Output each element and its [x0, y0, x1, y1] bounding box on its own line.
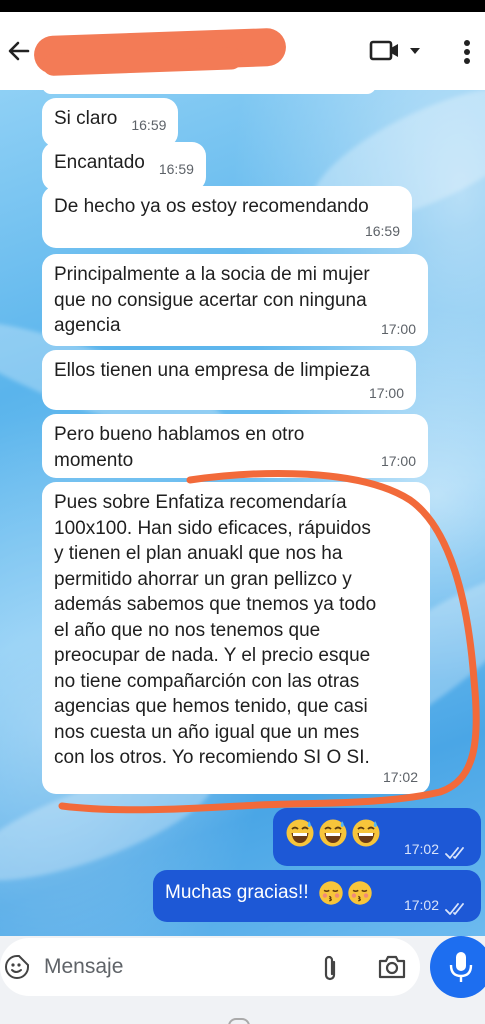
video-camera-icon: [369, 40, 420, 61]
incoming-message[interactable]: De hecho ya os estoy recomendando 16:59: [42, 186, 412, 248]
emoji-sticker-icon[interactable]: [4, 954, 30, 980]
message-text: Pero bueno hablamos en otro momento: [54, 424, 305, 471]
chat-header: [0, 12, 485, 90]
incoming-message[interactable]: Principalmente a la socia de mi mujer qu…: [42, 254, 428, 346]
message-text: De hecho ya os estoy recomendando: [54, 196, 369, 217]
outgoing-message[interactable]: 17:02: [273, 808, 481, 866]
message-time: 16:59: [364, 222, 400, 239]
message-time: 17:02: [403, 840, 439, 857]
kissing-closed-eyes-emoji: [318, 880, 344, 906]
incoming-message[interactable]: Si claro 16:59: [42, 98, 179, 147]
message-time: 16:59: [131, 117, 167, 133]
chat-area[interactable]: Si claro 16:59 Encantado 16:59 De hecho ya…: [0, 90, 485, 936]
message-time: 17:00: [368, 384, 404, 401]
incoming-message[interactable]: Encantado 16:59: [42, 142, 206, 191]
grinning-sweat-emoji: [318, 818, 348, 848]
grinning-sweat-emoji: [285, 818, 315, 848]
microphone-button[interactable]: [430, 936, 485, 998]
incoming-message[interactable]: Ellos tienen una empresa de limpieza 17:…: [42, 350, 416, 410]
video-call-button[interactable]: [368, 38, 426, 64]
kissing-closed-eyes-emoji: [347, 880, 373, 906]
message-time: 17:00: [380, 452, 416, 469]
composer-bar: [0, 936, 485, 1024]
message-text: Muchas gracias!!: [165, 882, 309, 904]
message-input-pill: [0, 938, 420, 996]
more-options-icon[interactable]: [456, 38, 478, 68]
message-text: Ellos tienen una empresa de limpieza: [54, 360, 370, 381]
status-bar: [0, 0, 485, 12]
nav-gesture-hint: [228, 1018, 250, 1024]
message-text: Principalmente a la socia de mi mujer qu…: [54, 264, 370, 336]
message-text: Pues sobre Enfatiza recomendaría 100x100…: [54, 492, 377, 768]
message-time: 16:59: [158, 161, 194, 177]
message-time: 17:02: [382, 768, 418, 785]
outgoing-message[interactable]: Muchas gracias!! 17:02: [153, 870, 481, 922]
message-input[interactable]: [44, 950, 304, 984]
camera-icon[interactable]: [376, 953, 408, 981]
paperclip-icon[interactable]: [316, 952, 342, 982]
double-check-icon: [445, 903, 464, 915]
microphone-icon: [449, 952, 473, 982]
message-bubble-partial: [42, 90, 376, 94]
message-text: Encantado: [54, 152, 145, 173]
message-text: Si claro: [54, 108, 118, 129]
redacted-contact-name: [33, 27, 287, 75]
double-check-icon: [445, 847, 464, 859]
message-time: 17:00: [380, 320, 416, 337]
incoming-message[interactable]: Pero bueno hablamos en otro momento 17:0…: [42, 414, 428, 478]
back-arrow-icon[interactable]: [4, 36, 34, 66]
incoming-message[interactable]: Pues sobre Enfatiza recomendaría 100x100…: [42, 482, 430, 794]
message-time: 17:02: [403, 896, 439, 913]
grinning-sweat-emoji: [351, 818, 381, 848]
